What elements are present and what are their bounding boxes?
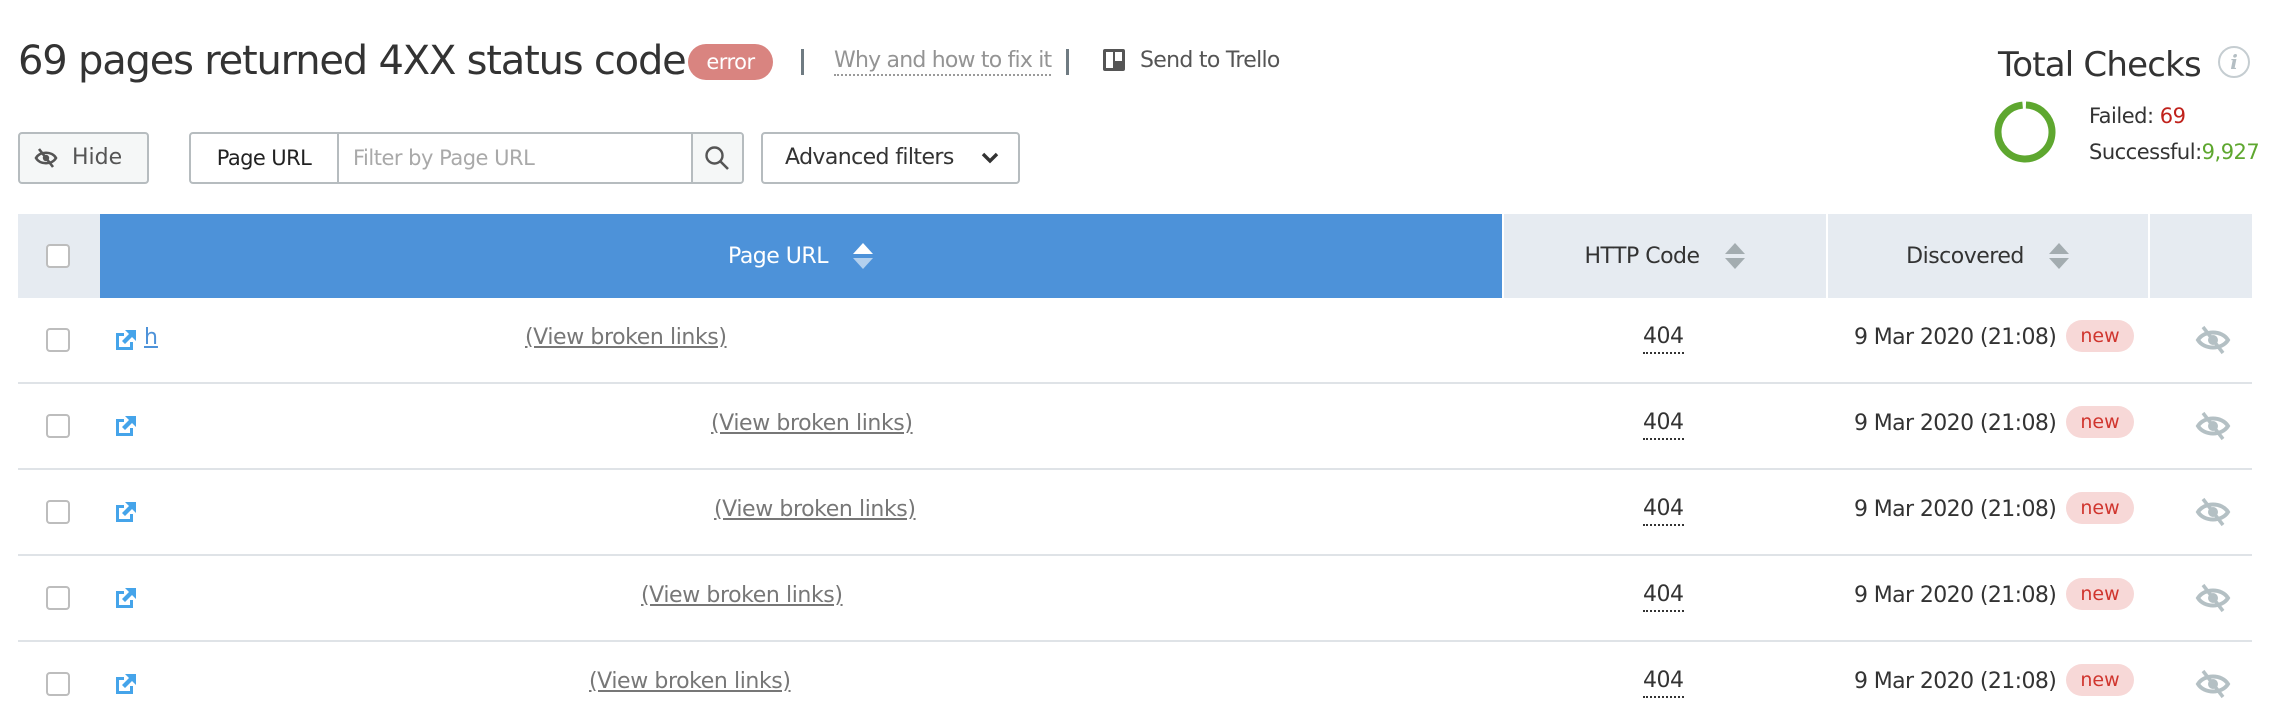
chevron-down-icon (981, 152, 999, 164)
column-header-actions (2150, 214, 2252, 298)
view-broken-links-link[interactable]: (View broken links) (714, 494, 916, 526)
successful-count: Successful:9,927 (2089, 137, 2260, 167)
checks-donut-chart (1994, 101, 2056, 163)
external-link-icon[interactable] (114, 414, 138, 438)
discovered-date: 9 Mar 2020 (21:08) (1854, 583, 2057, 608)
table-row: (View broken links) 404 9 Mar 2020 (21:0… (18, 384, 2252, 470)
http-code[interactable]: 404 (1643, 408, 1684, 440)
successful-arc (1994, 101, 2056, 163)
column-header-http-code[interactable]: HTTP Code (1504, 214, 1826, 298)
hide-button[interactable]: Hide (18, 132, 149, 184)
filter-field-selector[interactable]: Page URL (191, 134, 339, 182)
http-code[interactable]: 404 (1643, 580, 1684, 612)
column-header-page-url[interactable]: Page URL (100, 214, 1502, 298)
external-link-icon[interactable] (114, 500, 138, 524)
page-url-filter: Page URL (189, 132, 744, 184)
table-row: h (View broken links) 404 9 Mar 2020 (21… (18, 298, 2252, 384)
column-header-discovered[interactable]: Discovered (1828, 214, 2148, 298)
failed-label: Failed: (2089, 104, 2154, 128)
successful-label: Successful: (2089, 140, 2202, 164)
divider (1066, 49, 1069, 75)
new-badge: new (2066, 664, 2134, 696)
sort-icon (1724, 243, 1745, 269)
eye-slash-icon (34, 148, 58, 168)
view-broken-links-link[interactable]: (View broken links) (711, 408, 913, 440)
search-button[interactable] (691, 134, 742, 182)
select-all-checkbox[interactable] (46, 244, 70, 268)
http-code[interactable]: 404 (1643, 666, 1684, 698)
hide-label: Hide (72, 145, 123, 170)
view-broken-links-link[interactable]: (View broken links) (641, 580, 843, 612)
trello-icon[interactable] (1103, 49, 1125, 71)
table-row: (View broken links) 404 9 Mar 2020 (21:0… (18, 642, 2252, 728)
search-icon (705, 146, 729, 170)
new-badge: new (2066, 320, 2134, 352)
why-how-to-fix-link[interactable]: Why and how to fix it (834, 44, 1052, 76)
view-broken-links-link[interactable]: (View broken links) (589, 666, 791, 698)
header-select-cell (18, 214, 100, 298)
table-row: (View broken links) 404 9 Mar 2020 (21:0… (18, 556, 2252, 642)
failed-count: Failed: 69 (2089, 101, 2186, 131)
row-checkbox[interactable] (46, 328, 70, 352)
page-url-link[interactable]: h (144, 322, 158, 354)
discovered-date: 9 Mar 2020 (21:08) (1854, 325, 2057, 350)
filter-input[interactable] (339, 134, 695, 182)
new-badge: new (2066, 492, 2134, 524)
new-badge: new (2066, 406, 2134, 438)
send-to-trello-button[interactable]: Send to Trello (1140, 44, 1280, 78)
advanced-filters-dropdown[interactable]: Advanced filters (761, 132, 1020, 184)
row-checkbox[interactable] (46, 414, 70, 438)
http-code[interactable]: 404 (1643, 322, 1684, 354)
sort-icon (852, 243, 873, 269)
table-header: Page URL HTTP Code Discovered (18, 214, 2252, 298)
table-body: h (View broken links) 404 9 Mar 2020 (21… (18, 298, 2252, 728)
eye-slash-icon[interactable] (2195, 496, 2231, 528)
divider (801, 49, 804, 75)
sort-icon (2048, 243, 2069, 269)
severity-badge: error (688, 44, 773, 80)
column-label: HTTP Code (1584, 243, 1700, 269)
eye-slash-icon[interactable] (2195, 668, 2231, 700)
discovered-date: 9 Mar 2020 (21:08) (1854, 411, 2057, 436)
external-link-icon[interactable] (114, 328, 138, 352)
successful-value: 9,927 (2201, 140, 2260, 164)
row-checkbox[interactable] (46, 586, 70, 610)
external-link-icon[interactable] (114, 672, 138, 696)
row-checkbox[interactable] (46, 500, 70, 524)
advanced-filters-label: Advanced filters (785, 145, 954, 170)
table-row: (View broken links) 404 9 Mar 2020 (21:0… (18, 470, 2252, 556)
eye-slash-icon[interactable] (2195, 582, 2231, 614)
discovered-date: 9 Mar 2020 (21:08) (1854, 497, 2057, 522)
eye-slash-icon[interactable] (2195, 324, 2231, 356)
view-broken-links-link[interactable]: (View broken links) (525, 322, 727, 354)
external-link-icon[interactable] (114, 586, 138, 610)
row-checkbox[interactable] (46, 672, 70, 696)
page-title: 69 pages returned 4XX status code (18, 38, 687, 84)
http-code[interactable]: 404 (1643, 494, 1684, 526)
failed-value: 69 (2159, 104, 2186, 128)
total-checks-title: Total Checks (1998, 45, 2202, 85)
eye-slash-icon[interactable] (2195, 410, 2231, 442)
column-label: Discovered (1906, 243, 2024, 269)
column-label: Page URL (728, 243, 828, 269)
info-icon[interactable]: i (2218, 46, 2250, 78)
discovered-date: 9 Mar 2020 (21:08) (1854, 669, 2057, 694)
new-badge: new (2066, 578, 2134, 610)
